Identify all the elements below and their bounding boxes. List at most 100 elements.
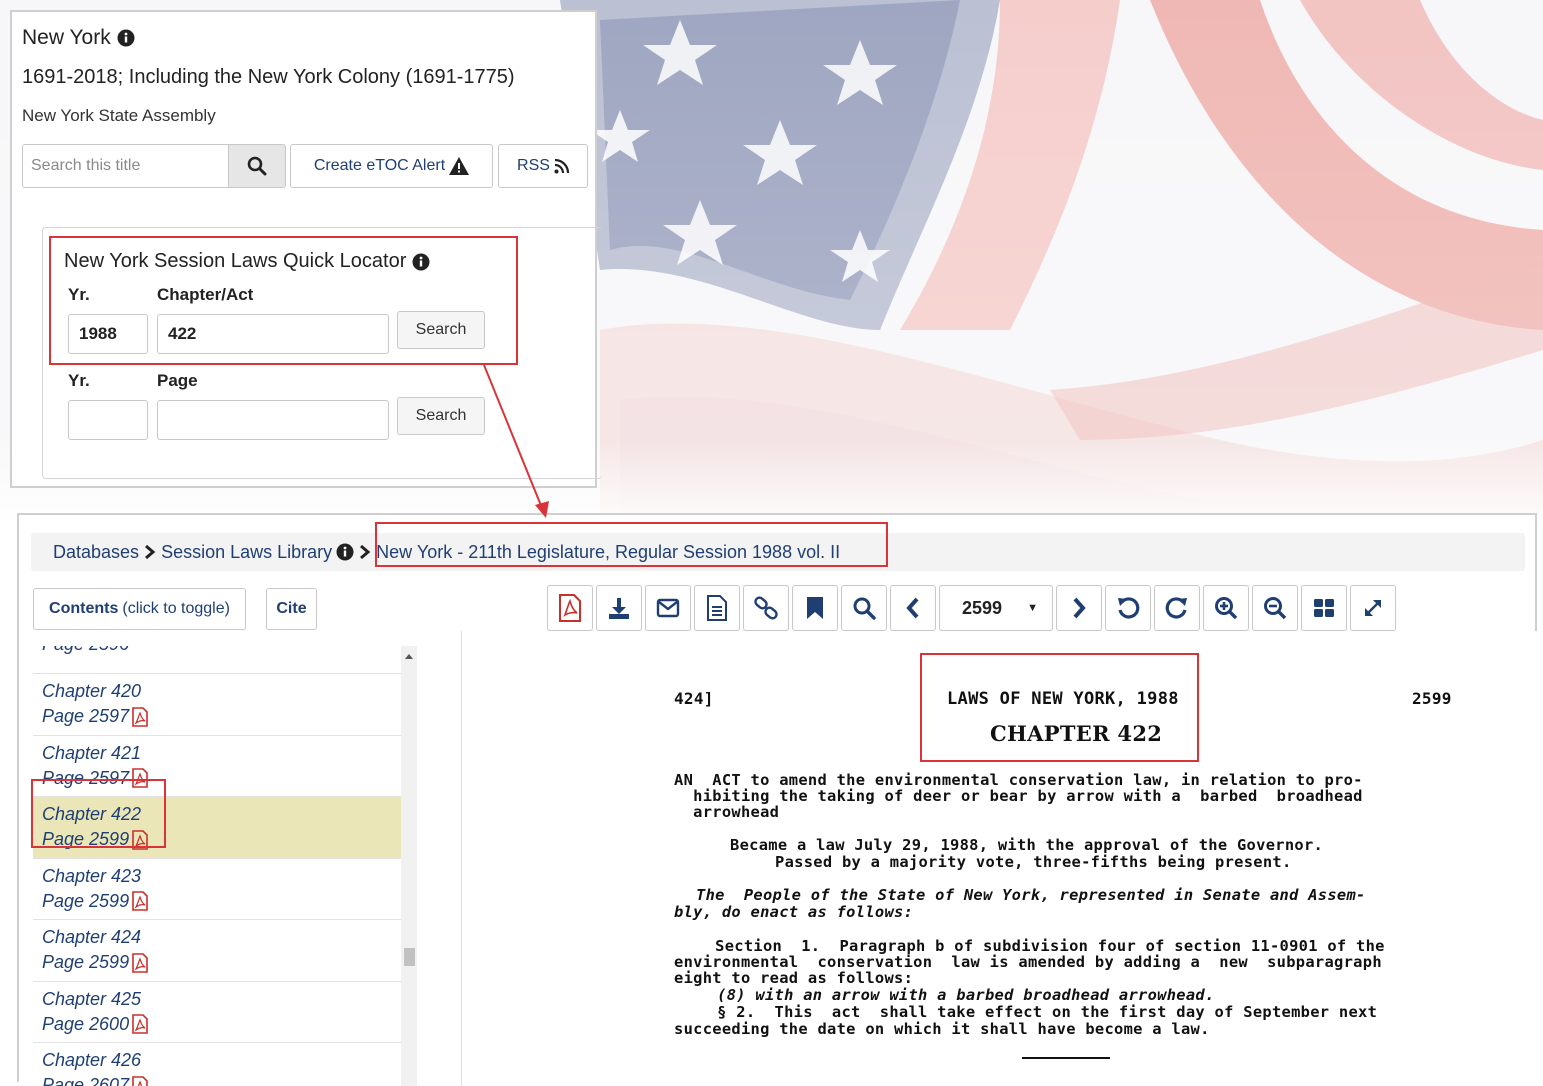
rotate-left-icon xyxy=(1116,596,1140,620)
download-button[interactable] xyxy=(596,585,642,631)
doc-page-number: 2599 xyxy=(1412,689,1452,708)
contents-toggle-button[interactable]: Contents (click to toggle) xyxy=(33,588,246,630)
toc-list-item[interactable]: Chapter 424Page 2599 xyxy=(33,920,416,982)
contents-hint: (click to toggle) xyxy=(122,600,230,618)
rotate-right-button[interactable] xyxy=(1154,585,1200,631)
info-icon[interactable] xyxy=(117,29,135,47)
rotate-left-button[interactable] xyxy=(1105,585,1151,631)
quick-locator-box: New York Session Laws Quick Locator Yr. … xyxy=(42,227,602,479)
chevron-left-icon xyxy=(905,597,921,619)
info-icon[interactable] xyxy=(336,543,354,561)
rss-icon xyxy=(554,159,569,174)
doc-text-line: § 2. This act shall take effect on the f… xyxy=(698,1003,1377,1021)
pdf-icon[interactable] xyxy=(131,707,149,727)
doc-text-line: The People of the State of New York, rep… xyxy=(696,886,1366,904)
toc-list-item[interactable]: Chapter 420Page 2597 xyxy=(33,674,416,736)
pdf-icon[interactable] xyxy=(131,953,149,973)
document-button[interactable] xyxy=(694,585,740,631)
toc-list-item[interactable]: Chapter 423Page 2599 xyxy=(33,859,416,921)
chapter-input[interactable]: 422 xyxy=(157,314,389,354)
toc-page-link[interactable]: Page 2599 xyxy=(42,889,407,914)
title-search-input[interactable] xyxy=(22,144,228,188)
scroll-up-arrow-icon[interactable] xyxy=(405,654,413,659)
table-of-contents-list: Page 2596 Chapter 420Page 2597Chapter 42… xyxy=(33,646,417,1086)
toc-page-link[interactable]: Page 2596 xyxy=(42,646,129,655)
toc-chapter-label[interactable]: Chapter 426 xyxy=(42,1048,407,1073)
pdf-icon[interactable] xyxy=(131,1014,149,1034)
page-number-value: 2599 xyxy=(962,598,1002,619)
pdf-icon xyxy=(558,594,582,622)
toc-chapter-label[interactable]: Chapter 423 xyxy=(42,864,407,889)
viewer-toolbar: 2599 ▼ xyxy=(547,585,1396,631)
find-button[interactable] xyxy=(841,585,887,631)
doc-text-line: Passed by a majority vote, three-fifths … xyxy=(775,853,1292,871)
link-button[interactable] xyxy=(743,585,789,631)
toc-page-link[interactable]: Page 2607 xyxy=(42,1073,407,1086)
link-icon xyxy=(753,595,779,621)
scroll-thumb[interactable] xyxy=(404,948,415,966)
toc-page-link[interactable]: Page 2599 xyxy=(42,950,407,975)
next-page-button[interactable] xyxy=(1056,585,1102,631)
rotate-right-icon xyxy=(1165,596,1189,620)
page-search-button[interactable]: Search xyxy=(397,397,485,435)
doc-text-line: succeeding the date on which it shall ha… xyxy=(674,1020,1210,1038)
toc-chapter-label[interactable]: Chapter 420 xyxy=(42,679,407,704)
toc-page-link[interactable]: Page 2599 xyxy=(42,827,407,852)
toc-chapter-label[interactable]: Chapter 422 xyxy=(42,802,407,827)
toc-chapter-label[interactable]: Chapter 421 xyxy=(42,741,407,766)
breadcrumb-databases[interactable]: Databases xyxy=(53,542,139,563)
chevron-right-icon xyxy=(358,544,372,560)
toc-page-label: Page 2607 xyxy=(42,1073,129,1086)
toc-page-link[interactable]: Page 2600 xyxy=(42,1012,407,1037)
year-label: Yr. xyxy=(68,285,90,305)
toc-page-label: Page 2600 xyxy=(42,1012,129,1037)
title-search-group xyxy=(22,144,286,188)
rss-button[interactable]: RSS xyxy=(498,144,588,188)
email-button[interactable] xyxy=(645,585,691,631)
title-search-button[interactable] xyxy=(228,144,286,188)
doc-text-line: arrowhead xyxy=(674,803,779,821)
pdf-button[interactable] xyxy=(547,585,593,631)
year-input[interactable]: 1988 xyxy=(68,314,148,354)
etoc-label: Create eTOC Alert xyxy=(314,157,445,175)
toc-scrollbar[interactable] xyxy=(401,646,417,1086)
pdf-icon[interactable] xyxy=(131,1076,149,1086)
breadcrumb-volume[interactable]: New York - 211th Legislature, Regular Se… xyxy=(376,542,840,563)
breadcrumb: Databases Session Laws Library New York … xyxy=(31,533,1525,571)
pdf-icon[interactable] xyxy=(131,891,149,911)
cite-button[interactable]: Cite xyxy=(266,588,317,630)
doc-text-line: bly, do enact as follows: xyxy=(674,903,913,921)
info-icon[interactable] xyxy=(412,253,430,271)
toc-chapter-label[interactable]: Chapter 425 xyxy=(42,987,407,1012)
doc-center-header: LAWS OF NEW YORK, 1988 xyxy=(947,689,1179,709)
rss-label: RSS xyxy=(517,157,550,175)
previous-page-button[interactable] xyxy=(890,585,936,631)
list-item[interactable]: Page 2596 xyxy=(33,646,416,674)
toc-list-item[interactable]: Chapter 426Page 2607 xyxy=(33,1043,416,1086)
zoom-in-button[interactable] xyxy=(1203,585,1249,631)
toc-page-link[interactable]: Page 2597 xyxy=(42,766,407,791)
page-number-select[interactable]: 2599 ▼ xyxy=(939,585,1053,631)
expand-icon xyxy=(1362,597,1384,619)
bookmark-button[interactable] xyxy=(792,585,838,631)
toc-list-item[interactable]: Chapter 422Page 2599 xyxy=(33,797,416,859)
pdf-icon[interactable] xyxy=(131,768,149,788)
toc-chapter-label[interactable]: Chapter 424 xyxy=(42,925,407,950)
page-input[interactable] xyxy=(157,400,389,440)
chevron-right-icon xyxy=(1071,597,1087,619)
toc-page-link[interactable]: Page 2597 xyxy=(42,704,407,729)
toc-list-item[interactable]: Chapter 421Page 2597 xyxy=(33,736,416,798)
chapter-search-button[interactable]: Search xyxy=(397,311,485,349)
document-icon xyxy=(706,595,728,621)
fullscreen-button[interactable] xyxy=(1350,585,1396,631)
chevron-right-icon xyxy=(143,544,157,560)
create-etoc-alert-button[interactable]: Create eTOC Alert xyxy=(290,144,493,188)
thumbnails-button[interactable] xyxy=(1301,585,1347,631)
breadcrumb-library[interactable]: Session Laws Library xyxy=(161,542,332,563)
download-icon xyxy=(607,596,631,620)
publisher-text: New York State Assembly xyxy=(22,106,216,126)
pdf-icon[interactable] xyxy=(131,830,149,850)
zoom-out-button[interactable] xyxy=(1252,585,1298,631)
toc-list-item[interactable]: Chapter 425Page 2600 xyxy=(33,982,416,1044)
year-input-2[interactable] xyxy=(68,400,148,440)
